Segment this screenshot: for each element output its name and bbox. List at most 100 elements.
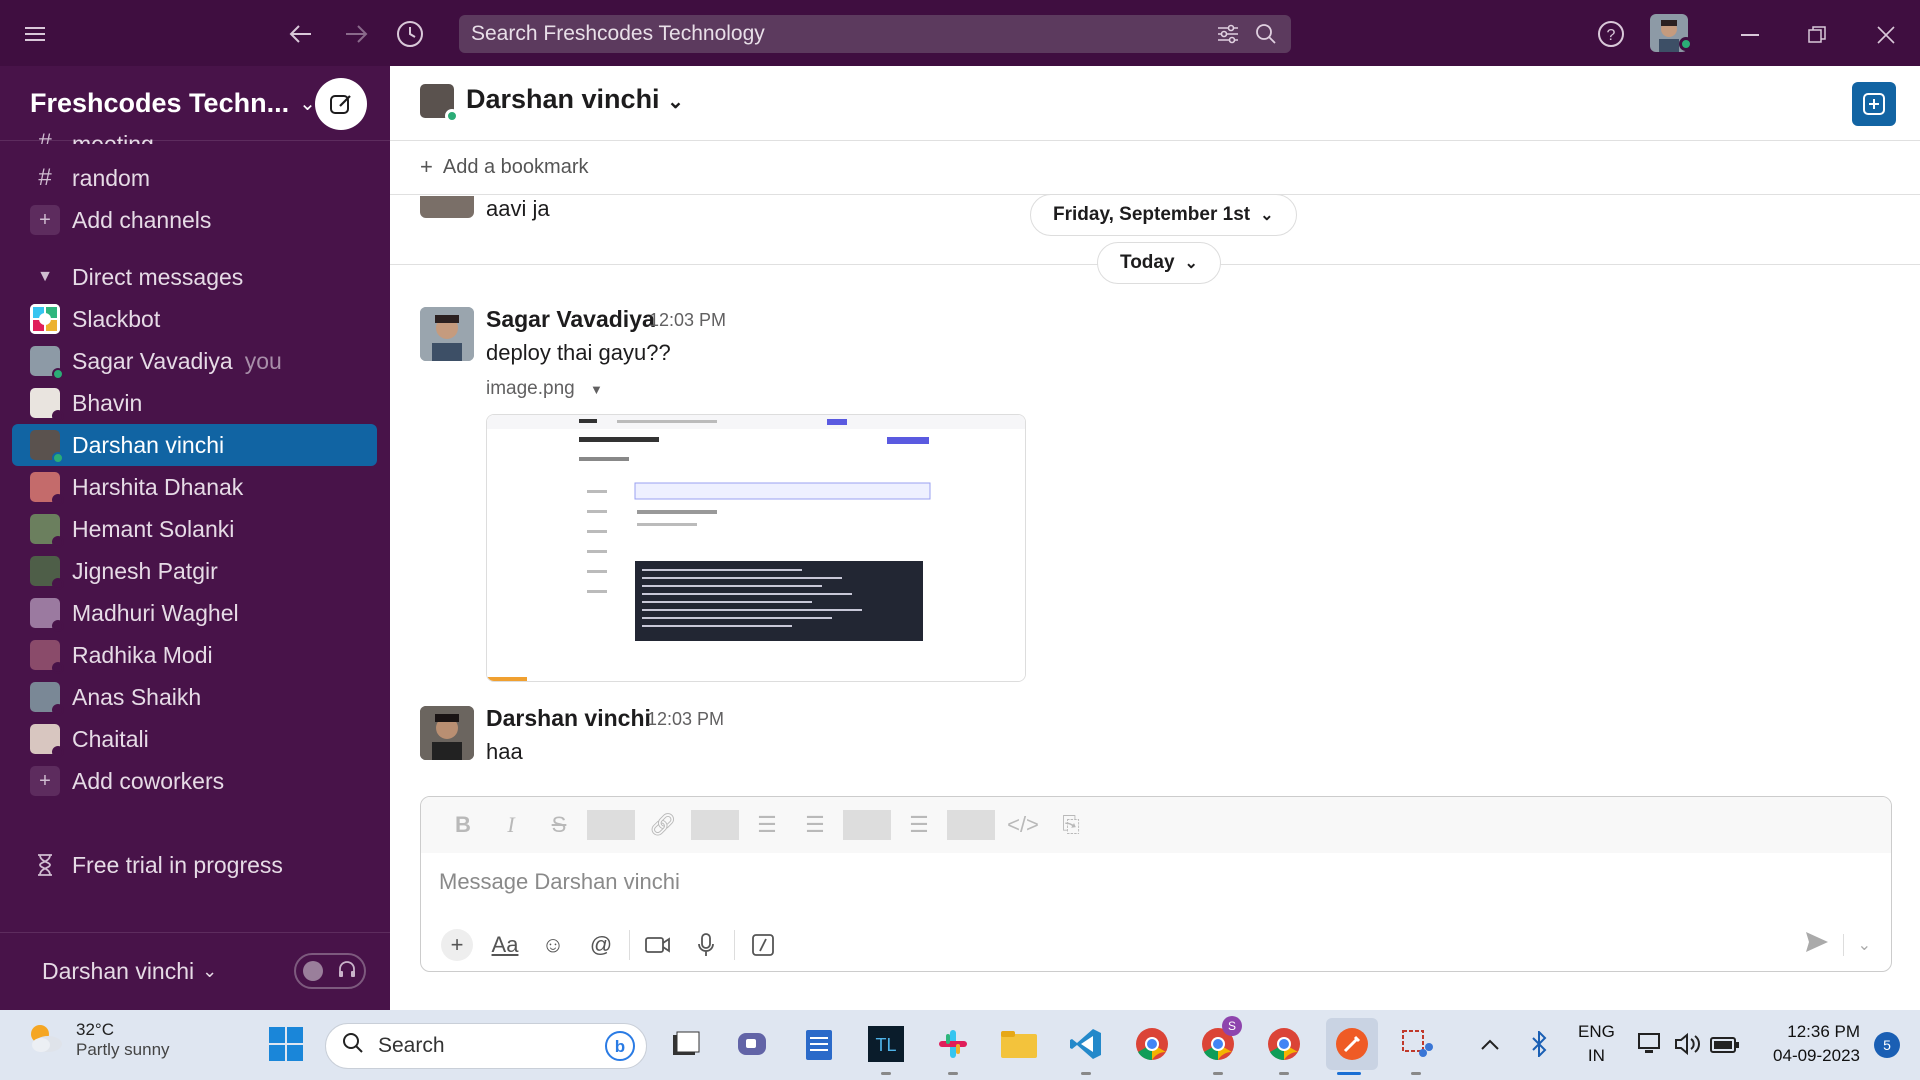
avatar[interactable]: [420, 706, 474, 760]
hash-icon: #: [38, 164, 52, 191]
text-format-icon[interactable]: Aa: [481, 927, 529, 963]
bullet-list-icon[interactable]: ☰: [791, 812, 839, 838]
add-channels-button[interactable]: + Add channels: [12, 199, 377, 241]
filter-icon[interactable]: [1217, 24, 1239, 50]
terminal-app-icon[interactable]: TL: [864, 1022, 908, 1066]
sidebar-item-sagar-vavadiya[interactable]: Sagar Vavadiya you: [12, 340, 377, 382]
sidebar-footer[interactable]: Darshan vinchi ⌄: [0, 932, 390, 1010]
attachment-filename: image.png: [486, 378, 575, 399]
image-attachment[interactable]: [486, 414, 1026, 682]
channel-pane: Darshan vinchi ⌄ + Add a bookmark aavi j…: [390, 66, 1920, 1010]
add-bookmark-button[interactable]: + Add a bookmark: [420, 154, 589, 180]
message-author[interactable]: Sagar Vavadiya: [486, 306, 655, 333]
sidebar-item-madhuri-waghel[interactable]: Madhuri Waghel: [12, 592, 377, 634]
help-icon[interactable]: ?: [1595, 18, 1627, 50]
avatar[interactable]: [420, 307, 474, 361]
sidebar-item-radhika-modi[interactable]: Radhika Modi: [12, 634, 377, 676]
postman-icon[interactable]: [1326, 1018, 1378, 1070]
taskbar-search[interactable]: Search b: [325, 1023, 647, 1069]
file-explorer-icon[interactable]: [997, 1022, 1041, 1066]
mention-icon[interactable]: @: [577, 927, 625, 963]
sidebar-item-hemant-solanki[interactable]: Hemant Solanki: [12, 508, 377, 550]
sidebar-item-jignesh-patgir[interactable]: Jignesh Patgir: [12, 550, 377, 592]
bold-icon[interactable]: B: [439, 812, 487, 838]
chrome-profile-icon[interactable]: S: [1196, 1016, 1242, 1066]
language-indicator[interactable]: ENG IN: [1578, 1020, 1615, 1068]
send-icon[interactable]: [1805, 931, 1829, 958]
microphone-icon[interactable]: [682, 927, 730, 963]
notepad-icon[interactable]: [797, 1022, 841, 1066]
sidebar-item-harshita-dhanak[interactable]: Harshita Dhanak: [12, 466, 377, 508]
caret-down-icon: ▼: [590, 382, 603, 397]
sidebar-item-anas-shaikh[interactable]: Anas Shaikh: [12, 676, 377, 718]
add-coworkers-button[interactable]: + Add coworkers: [12, 760, 377, 802]
task-view-icon[interactable]: [664, 1022, 708, 1066]
blockquote-icon[interactable]: ☰: [895, 812, 943, 838]
attachment-name[interactable]: image.png ▼: [486, 378, 603, 400]
menu-icon[interactable]: [22, 20, 50, 48]
sidebar-item-meeting[interactable]: # meeting: [12, 118, 377, 144]
chrome-icon[interactable]: [1262, 1022, 1306, 1066]
teams-chat-icon[interactable]: [731, 1022, 775, 1066]
back-arrow-icon[interactable]: [286, 19, 316, 49]
video-icon[interactable]: [634, 927, 682, 963]
link-icon[interactable]: 🔗︎: [639, 812, 687, 838]
chevron-down-icon[interactable]: ⌄: [1858, 935, 1871, 955]
strikethrough-icon[interactable]: S: [535, 812, 583, 838]
message-input-placeholder: Message Darshan vinchi: [439, 869, 680, 894]
message-input[interactable]: Message Darshan vinchi: [439, 869, 680, 895]
vscode-icon[interactable]: [1064, 1022, 1108, 1066]
running-indicator: [1279, 1072, 1289, 1075]
restore-icon[interactable]: [1802, 20, 1832, 50]
start-icon[interactable]: [264, 1022, 308, 1066]
sidebar-item-random[interactable]: # random: [12, 157, 377, 199]
system-clock[interactable]: 12:36 PM 04-09-2023: [1773, 1020, 1860, 1068]
search-icon[interactable]: [1255, 23, 1277, 51]
add-bookmark-label: Add a bookmark: [442, 155, 589, 178]
chrome-icon[interactable]: [1130, 1022, 1174, 1066]
snipping-tool-icon[interactable]: [1394, 1022, 1438, 1066]
bluetooth-icon[interactable]: [1517, 1022, 1561, 1066]
close-icon[interactable]: [1871, 20, 1901, 50]
code-block-icon[interactable]: ⎘: [1047, 812, 1095, 838]
sidebar-item-chaitali[interactable]: Chaitali: [12, 718, 377, 760]
slack-icon[interactable]: [931, 1022, 975, 1066]
code-icon[interactable]: </>: [999, 812, 1047, 838]
sidebar-item-darshan-vinchi[interactable]: Darshan vinchi: [12, 424, 377, 466]
huddle-toggle[interactable]: [294, 953, 366, 989]
channel-title-text: Darshan vinchi: [466, 84, 660, 114]
composer-tools: + Aa ☺ @: [433, 927, 787, 963]
message-timestamp[interactable]: 12:03 PM: [647, 709, 724, 730]
sidebar-item-label: Hemant Solanki: [72, 515, 235, 542]
sidebar-item-slackbot[interactable]: Slackbot: [12, 298, 377, 340]
minimize-icon[interactable]: [1735, 20, 1765, 50]
svg-text:?: ?: [1607, 27, 1616, 44]
battery-icon[interactable]: [1703, 1022, 1747, 1066]
message-author[interactable]: Darshan vinchi: [486, 705, 651, 732]
notification-badge[interactable]: 5: [1874, 1032, 1900, 1058]
avatar: [30, 514, 64, 548]
channel-title[interactable]: Darshan vinchi ⌄: [466, 84, 684, 115]
avatar: [30, 640, 64, 674]
weather-widget[interactable]: 32°C Partly sunny: [26, 1020, 170, 1060]
chevron-up-icon[interactable]: [1468, 1022, 1512, 1066]
forward-arrow-icon[interactable]: [341, 19, 371, 49]
avatar: [30, 556, 64, 590]
italic-icon[interactable]: I: [487, 812, 535, 838]
running-indicator: [881, 1072, 891, 1075]
search-bar[interactable]: Search Freshcodes Technology: [459, 15, 1291, 53]
slash-command-icon[interactable]: [739, 927, 787, 963]
ordered-list-icon[interactable]: ☰: [743, 812, 791, 838]
dm-section-header[interactable]: ▼ Direct messages: [12, 256, 377, 298]
date-divider-today[interactable]: Today ⌄: [1097, 242, 1221, 284]
chrome-profile-badge: S: [1222, 1016, 1242, 1036]
emoji-icon[interactable]: ☺: [529, 927, 577, 963]
free-trial-item[interactable]: Free trial in progress: [12, 844, 377, 886]
workspace-name: Freshcodes Techn...: [30, 87, 290, 118]
message-timestamp[interactable]: 12:03 PM: [649, 310, 726, 331]
plus-icon[interactable]: +: [433, 927, 481, 963]
canvas-button[interactable]: [1852, 82, 1896, 126]
sidebar-item-bhavin[interactable]: Bhavin: [12, 382, 377, 424]
date-divider-friday[interactable]: Friday, September 1st ⌄: [1030, 194, 1297, 236]
history-icon[interactable]: [394, 18, 426, 50]
